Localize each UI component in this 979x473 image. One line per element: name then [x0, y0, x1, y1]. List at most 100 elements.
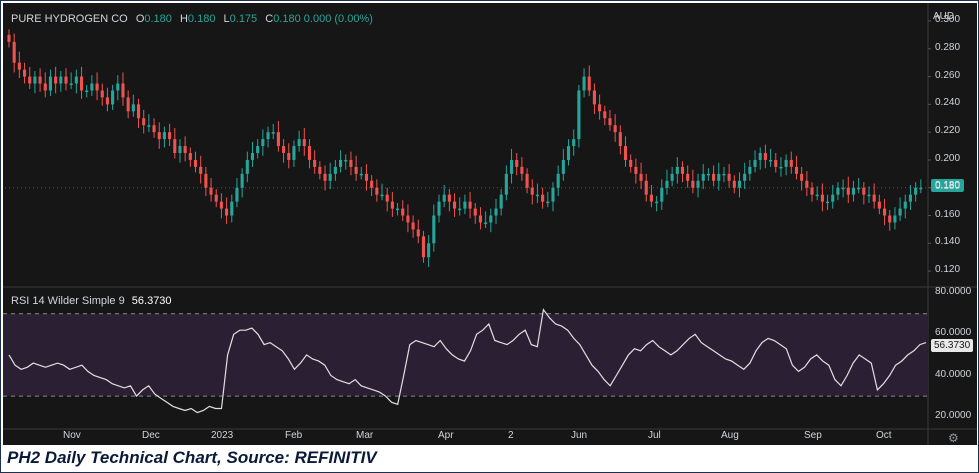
price-tick-label: 0.300: [935, 14, 961, 25]
candle-body: [608, 118, 612, 126]
candle-body: [727, 173, 731, 181]
candle-body: [789, 159, 793, 167]
candle-body: [302, 139, 306, 147]
candle-body: [452, 201, 457, 209]
candle-body: [805, 180, 809, 188]
close-value: 0.180: [273, 13, 301, 25]
rsi-tick-label: 60.0000: [935, 327, 972, 339]
candle-body: [261, 139, 265, 147]
candle-body: [815, 194, 819, 197]
candle-body: [867, 194, 871, 197]
candle-body: [162, 132, 166, 140]
candle-body: [126, 97, 130, 112]
candle-body: [442, 194, 446, 202]
candle-body: [178, 146, 182, 153]
candle-body: [318, 166, 322, 174]
candle-body: [22, 69, 27, 77]
candle-body: [411, 222, 415, 230]
candle-body: [598, 104, 602, 112]
candle-body: [121, 83, 125, 98]
candle-body: [307, 146, 312, 160]
time-tick-label: Dec: [142, 430, 160, 441]
candle-body: [478, 215, 483, 223]
candle-body: [706, 173, 710, 176]
candle-body: [38, 76, 42, 84]
time-tick-label: Sep: [804, 430, 822, 441]
candle-body: [69, 83, 73, 86]
price-tick-label: 0.140: [935, 236, 961, 248]
candle-body: [489, 215, 493, 223]
candle-body: [230, 201, 234, 216]
candle-body: [95, 83, 99, 91]
time-tick-label: 2: [508, 430, 514, 441]
time-tick-label: Aug: [721, 430, 739, 441]
candle-body: [59, 76, 63, 84]
candle-body: [779, 166, 783, 169]
time-tick-label: Jul: [648, 430, 661, 441]
candle-body: [54, 76, 58, 84]
candle-body: [862, 187, 866, 195]
change-value: 0.000 (0.00%): [303, 13, 373, 25]
rsi-legend: RSI 14 Wilder Simple 9 56.3730: [11, 295, 172, 307]
candle-body: [193, 159, 198, 167]
candle-body: [566, 146, 571, 160]
time-tick-label: Jun: [571, 430, 588, 441]
candle-body: [629, 159, 633, 167]
chart-caption: PH2 Daily Technical Chart, Source: REFIN…: [7, 448, 377, 467]
candle-body: [623, 146, 628, 160]
candle-body: [504, 173, 508, 195]
candle-body: [157, 132, 161, 140]
candle-body: [551, 187, 555, 202]
close-key: C: [265, 13, 274, 25]
candle-body: [851, 187, 856, 195]
candle-body: [634, 166, 638, 174]
candle-body: [147, 125, 151, 127]
candle-body: [800, 173, 804, 181]
candle-body: [587, 76, 591, 91]
rsi-tick-label: 80.0000: [935, 286, 972, 298]
candle-body: [33, 76, 37, 84]
candle-body: [680, 166, 685, 174]
candle-body: [846, 187, 850, 195]
candle-body: [173, 139, 177, 153]
candle-body: [396, 208, 400, 211]
candle-body: [732, 180, 736, 188]
candle-body: [748, 166, 752, 174]
candle-body: [898, 208, 902, 216]
candle-body: [85, 90, 89, 92]
candle-body: [328, 173, 332, 181]
candle-body: [717, 173, 721, 181]
candle-body: [908, 194, 913, 202]
candle-body: [188, 153, 192, 160]
candle-body: [136, 104, 141, 119]
candle-body: [903, 201, 907, 209]
candle-body: [105, 97, 109, 105]
candle-body: [421, 236, 426, 258]
candle-body: [525, 173, 529, 188]
candle-body: [359, 173, 363, 176]
candle-body: [364, 173, 369, 181]
candle-body: [888, 215, 892, 223]
candle-body: [64, 76, 68, 84]
candle-body: [613, 125, 617, 133]
candle-body: [701, 173, 705, 181]
chart-area: PURE HYDROGEN CO O0.180 H0.180 L0.175 C0…: [3, 3, 977, 445]
candle-body: [168, 132, 172, 140]
gear-icon[interactable]: ⚙: [948, 431, 959, 445]
candle-body: [877, 201, 881, 209]
candle-body: [691, 180, 695, 188]
candle-body: [530, 187, 534, 195]
candle-body: [577, 90, 581, 140]
price-tick-label: 0.200: [935, 152, 961, 164]
high-value: 0.180: [187, 13, 216, 25]
candle-body: [7, 34, 11, 42]
low-value: 0.175: [229, 13, 258, 25]
candle-body: [810, 187, 814, 195]
candle-body: [432, 215, 436, 244]
candle-body: [276, 132, 280, 147]
candle-body: [769, 159, 773, 162]
rsi-tick-label: 20.0000: [935, 409, 972, 421]
time-tick-label: Apr: [438, 430, 454, 441]
candle-body: [826, 201, 830, 204]
candle-body: [509, 159, 514, 174]
